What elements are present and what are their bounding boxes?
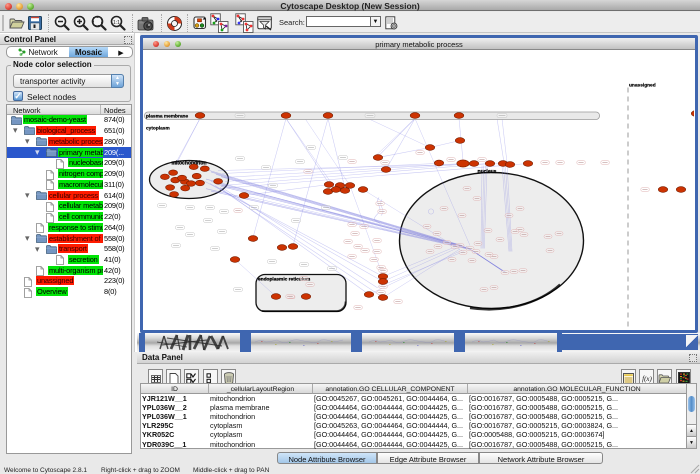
svg-text:mitochondrion: mitochondrion: [172, 161, 207, 167]
svg-text:f(x): f(x): [642, 375, 652, 383]
svg-text:cytoplasm: cytoplasm: [146, 126, 170, 132]
svg-text:nucleus: nucleus: [478, 169, 497, 175]
svg-text:plasma membrane: plasma membrane: [146, 114, 188, 120]
svg-text:unassigned: unassigned: [629, 83, 656, 89]
svg-text:1:1: 1:1: [113, 20, 120, 26]
